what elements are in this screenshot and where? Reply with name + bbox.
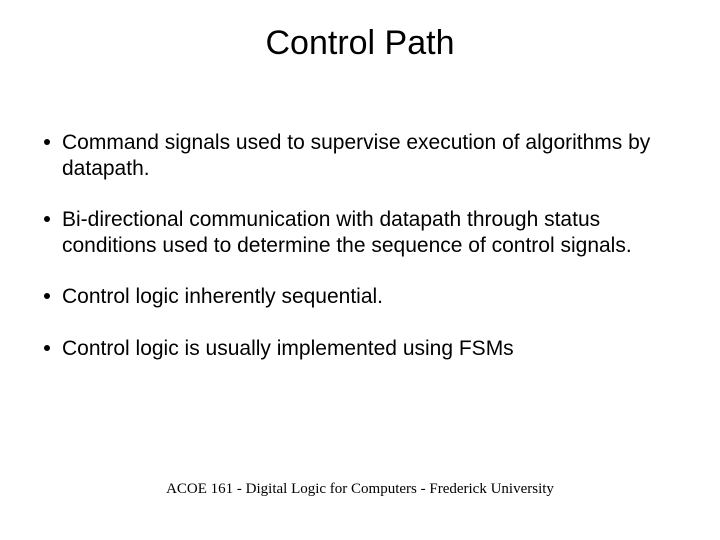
slide-footer: ACOE 161 - Digital Logic for Computers -… [0,481,720,498]
slide-body: Command signals used to supervise execut… [44,130,676,388]
bullet-item: Command signals used to supervise execut… [44,130,676,181]
bullet-dot-icon [44,345,50,351]
bullet-text: Command signals used to supervise execut… [62,130,676,181]
slide: Control Path Command signals used to sup… [0,0,720,540]
bullet-item: Bi-directional communication with datapa… [44,207,676,258]
bullet-dot-icon [44,293,50,299]
slide-title: Control Path [0,24,720,63]
bullet-dot-icon [44,216,50,222]
bullet-text: Control logic inherently sequential. [62,284,676,310]
bullet-item: Control logic inherently sequential. [44,284,676,310]
bullet-dot-icon [44,139,50,145]
bullet-text: Control logic is usually implemented usi… [62,336,676,362]
bullet-text: Bi-directional communication with datapa… [62,207,676,258]
bullet-item: Control logic is usually implemented usi… [44,336,676,362]
